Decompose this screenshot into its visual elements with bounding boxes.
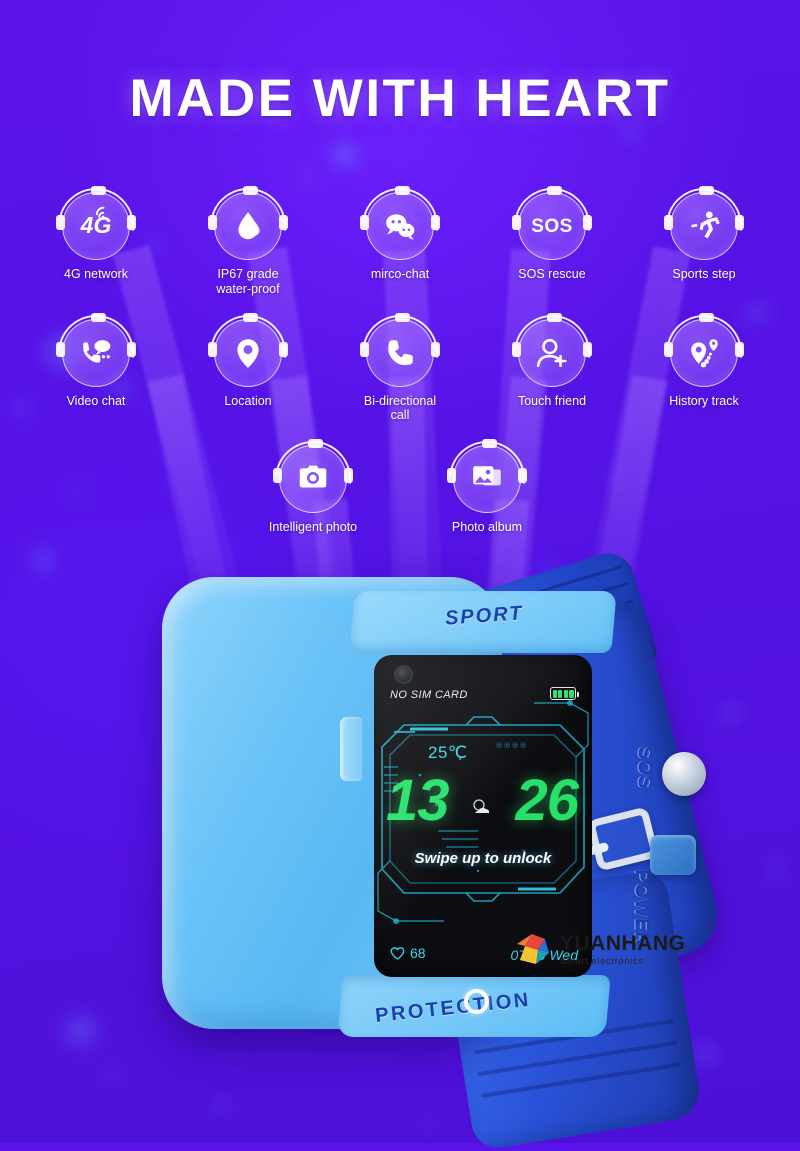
pinwheel-logo-icon bbox=[512, 930, 552, 970]
feature-row-2: Video chat Location Bi-directional call Touc… bbox=[0, 299, 800, 424]
chat-bubbles-icon bbox=[346, 172, 454, 280]
badge-glyph: 4G bbox=[62, 192, 130, 260]
badge-glyph bbox=[453, 445, 521, 513]
photo-album-icon bbox=[433, 425, 541, 533]
feature-item: SOS SOS rescue bbox=[498, 172, 606, 297]
feature-label: Touch friend bbox=[517, 393, 587, 408]
sos-icon: SOS bbox=[498, 172, 606, 280]
add-friend-icon bbox=[498, 299, 606, 406]
heart-icon bbox=[390, 947, 405, 960]
feature-label: History track bbox=[669, 393, 739, 408]
temperature-reading: 25℃ bbox=[428, 743, 468, 762]
feature-label: Bi-directional call bbox=[363, 393, 437, 423]
feature-label: Intelligent photo bbox=[268, 520, 358, 534]
feature-row-3: Intelligent photo Photo album bbox=[0, 425, 800, 535]
watch-front-camera bbox=[396, 667, 411, 682]
watch-sos-button[interactable] bbox=[662, 752, 706, 796]
feature-label: Photo album bbox=[451, 520, 523, 534]
feature-item: 4G 4G network bbox=[42, 172, 150, 297]
history-track-icon bbox=[650, 299, 758, 406]
4g-network-icon: 4G bbox=[42, 172, 150, 280]
watch-case: SPORT PROTECTION SOS POWER ◎ ◎ ◎ ◎ ▬▬▬ N… bbox=[162, 577, 706, 1037]
feature-item: Intelligent photo bbox=[259, 425, 367, 535]
phone-handset-icon bbox=[346, 299, 454, 406]
badge-glyph bbox=[214, 192, 282, 260]
smartwatch-product-image: SPORT PROTECTION SOS POWER ◎ ◎ ◎ ◎ ▬▬▬ N… bbox=[0, 547, 800, 1151]
feature-label: Location bbox=[224, 393, 272, 408]
badge-glyph bbox=[62, 319, 130, 387]
badge-glyph bbox=[366, 319, 434, 387]
weather-cloud-icon bbox=[470, 797, 498, 817]
unlock-hint-text: Swipe up to unlock bbox=[414, 850, 552, 867]
running-person-icon bbox=[650, 172, 758, 280]
location-pin-icon bbox=[194, 299, 302, 406]
feature-grid: 4G 4G network IP67 grade water-proof mirco-c… bbox=[0, 172, 800, 535]
badge-glyph bbox=[670, 319, 738, 387]
svg-text:◎ ◎ ◎ ◎: ◎ ◎ ◎ ◎ bbox=[496, 742, 526, 749]
sim-status-text: NO SIM CARD bbox=[390, 689, 468, 701]
feature-label: mirco-chat bbox=[370, 267, 430, 281]
clock-minutes: 26 bbox=[515, 768, 579, 833]
battery-icon bbox=[550, 687, 579, 700]
brand-logo-text: YUANHANG Smart electronics bbox=[560, 933, 685, 967]
watch-side-button-left[interactable] bbox=[340, 717, 362, 781]
badge-glyph bbox=[518, 319, 586, 387]
feature-item: Video chat bbox=[42, 299, 150, 424]
camera-icon bbox=[259, 425, 367, 533]
watch-screen[interactable]: ◎ ◎ ◎ ◎ ▬▬▬ NO SIM CARD 25℃ 13 26 Swipe … bbox=[374, 655, 592, 977]
heart-rate-readout: 68 bbox=[390, 945, 426, 961]
badge-glyph: SOS bbox=[531, 215, 573, 237]
heart-rate-value: 68 bbox=[410, 945, 426, 961]
svg-text:▬▬▬: ▬▬▬ bbox=[394, 728, 415, 735]
brand-logo: YUANHANG Smart electronics bbox=[512, 930, 685, 970]
badge-glyph bbox=[279, 445, 347, 513]
clock-hours: 13 bbox=[386, 768, 450, 833]
brand-tagline: Smart electronics bbox=[560, 956, 644, 968]
feature-label: SOS rescue bbox=[518, 267, 586, 281]
feature-label: Sports step bbox=[672, 267, 736, 281]
watch-power-button[interactable] bbox=[650, 835, 696, 875]
feature-label: IP67 grade water-proof bbox=[216, 267, 280, 296]
feature-label: 4G network bbox=[64, 267, 128, 281]
feature-label: Video chat bbox=[66, 393, 126, 408]
feature-item: Location bbox=[194, 299, 302, 424]
feature-item: mirco-chat bbox=[346, 172, 454, 297]
feature-item: Sports step bbox=[650, 172, 758, 297]
feature-item: IP67 grade water-proof bbox=[194, 172, 302, 297]
feature-item: Bi-directional call bbox=[346, 299, 454, 424]
feature-row-1: 4G 4G network IP67 grade water-proof mirco-c… bbox=[0, 172, 800, 297]
brand-name: YUANHANG bbox=[560, 932, 686, 956]
feature-item: History track bbox=[650, 299, 758, 424]
feature-item: Touch friend bbox=[498, 299, 606, 424]
water-drop-icon bbox=[194, 172, 302, 280]
badge-glyph bbox=[366, 192, 434, 260]
watch-home-button[interactable] bbox=[464, 989, 489, 1014]
feature-item: Photo album bbox=[433, 425, 541, 535]
emboss-sos: SOS bbox=[633, 746, 655, 790]
video-chat-icon bbox=[42, 299, 150, 406]
badge-glyph bbox=[214, 319, 282, 387]
page-title: MADE WITH HEART bbox=[129, 69, 671, 128]
badge-glyph bbox=[670, 192, 738, 260]
